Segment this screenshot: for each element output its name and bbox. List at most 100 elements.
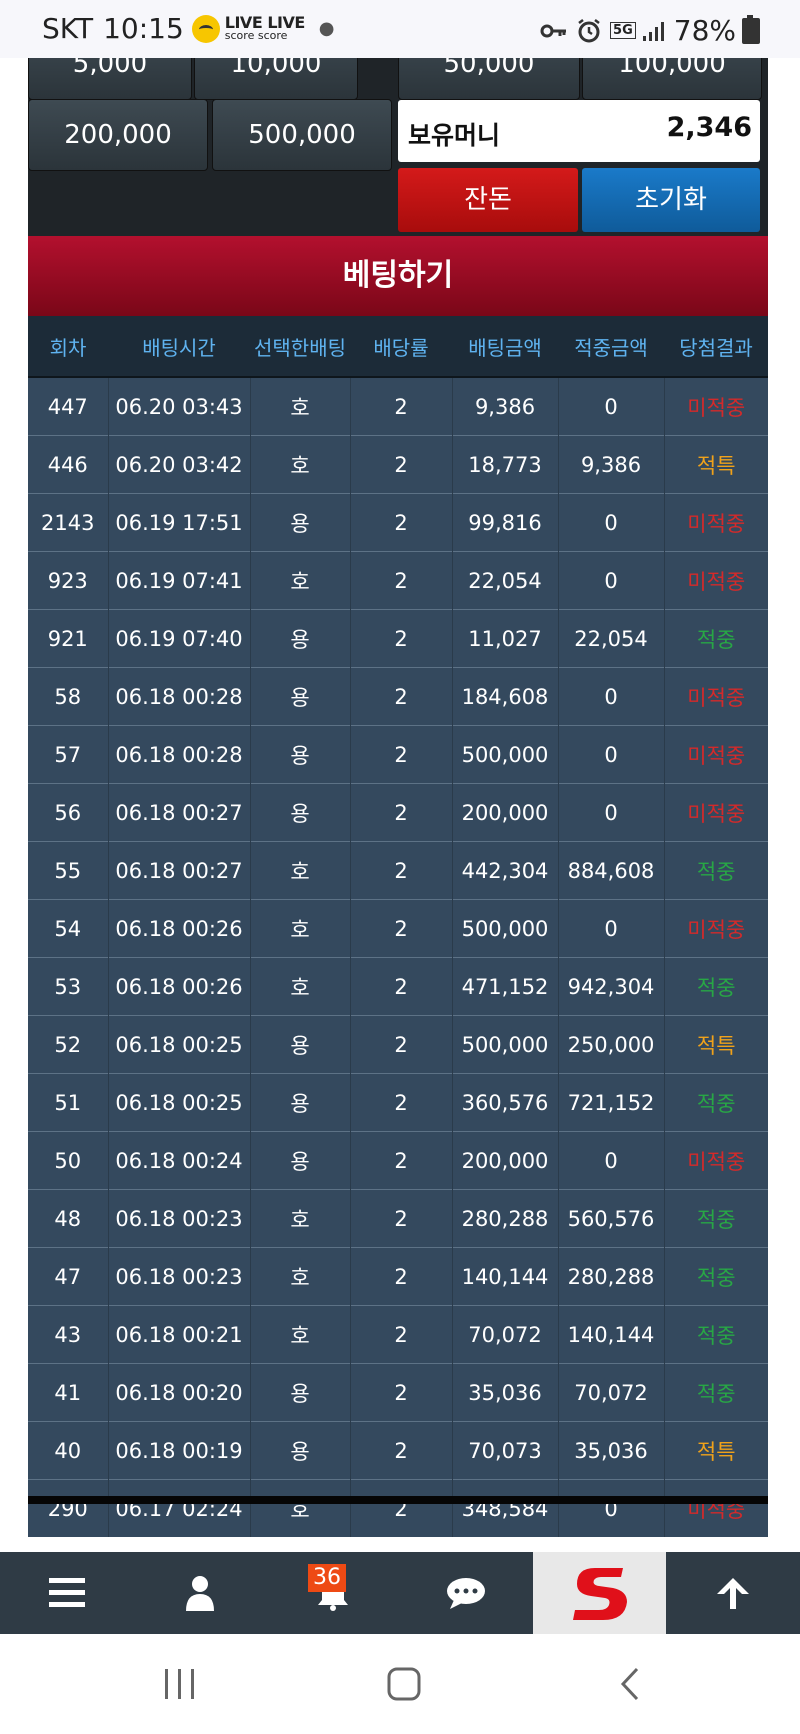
cell-result: 적중 xyxy=(664,1305,768,1364)
cell-odds: 2 xyxy=(350,1073,453,1132)
cell-result: 적중 xyxy=(664,1073,768,1132)
bet-history-table: 회차 배팅시간 선택한배팅 배당률 배팅금액 적중금액 당첨결과 447 06.2… xyxy=(28,316,768,1537)
back-icon xyxy=(620,1667,639,1701)
notification-button[interactable]: 36 xyxy=(266,1552,399,1634)
cell-bet-amount: 11,027 xyxy=(452,609,559,668)
cell-round: 923 xyxy=(28,551,109,610)
cell-round: 47 xyxy=(28,1247,109,1306)
menu-button[interactable] xyxy=(0,1552,133,1634)
table-row: 921 06.19 07:40 용 2 11,027 22,054 적중 xyxy=(28,609,768,668)
table-row: 51 06.18 00:25 용 2 360,576 721,152 적중 xyxy=(28,1073,768,1132)
cell-bet-time: 06.18 00:25 xyxy=(108,1073,251,1132)
notification-dot-icon: ● xyxy=(318,18,335,39)
cell-result: 미적중 xyxy=(664,725,768,784)
user-icon xyxy=(185,1576,214,1611)
bottom-nav: 36 xyxy=(0,1552,800,1634)
cell-bet-amount: 35,036 xyxy=(452,1363,559,1422)
cell-odds: 2 xyxy=(350,1305,453,1364)
cell-selection: 호 xyxy=(250,1305,351,1364)
cell-result: 미적중 xyxy=(664,1131,768,1190)
status-right: 5G 78% xyxy=(540,14,760,47)
chat-button[interactable] xyxy=(399,1552,532,1634)
col-bet-amount: 배팅금액 xyxy=(452,316,558,378)
col-round: 회차 xyxy=(28,316,108,378)
cell-selection: 호 xyxy=(250,376,351,436)
reset-button[interactable]: 초기화 xyxy=(582,168,760,232)
cell-bet-amount: 99,816 xyxy=(452,493,559,552)
cell-round: 40 xyxy=(28,1421,109,1480)
cell-win-amount: 0 xyxy=(558,493,665,552)
cell-win-amount: 9,386 xyxy=(558,435,665,494)
system-nav-bar xyxy=(0,1634,800,1734)
table-row: 50 06.18 00:24 용 2 200,000 0 미적중 xyxy=(28,1131,768,1190)
place-bet-button[interactable]: 베팅하기 xyxy=(28,236,768,316)
cell-result: 미적중 xyxy=(664,667,768,726)
table-row: 446 06.20 03:42 호 2 18,773 9,386 적특 xyxy=(28,435,768,494)
cell-bet-amount: 140,144 xyxy=(452,1247,559,1306)
cell-result: 미적중 xyxy=(664,376,768,436)
table-row: 57 06.18 00:28 용 2 500,000 0 미적중 xyxy=(28,725,768,784)
cell-round: 2143 xyxy=(28,493,109,552)
cell-round: 51 xyxy=(28,1073,109,1132)
cell-bet-amount: 360,576 xyxy=(452,1073,559,1132)
col-selection: 선택한배팅 xyxy=(250,316,350,378)
cell-odds: 2 xyxy=(350,1479,453,1537)
status-bar: SKT 10:15 LIVE LIVE score score ● 5G 78% xyxy=(0,0,800,58)
change-button[interactable]: 잔돈 xyxy=(398,168,578,232)
table-row: 56 06.18 00:27 용 2 200,000 0 미적중 xyxy=(28,783,768,842)
back-button[interactable] xyxy=(600,1654,660,1714)
cell-odds: 2 xyxy=(350,725,453,784)
cell-selection: 호 xyxy=(250,1479,351,1537)
cell-selection: 용 xyxy=(250,667,351,726)
table-body: 447 06.20 03:43 호 2 9,386 0 미적중 446 06.20 03:42 호… xyxy=(28,376,768,1537)
table-bottom-border xyxy=(28,1496,768,1504)
status-left: SKT 10:15 LIVE LIVE score score ● xyxy=(42,12,335,45)
cell-round: 57 xyxy=(28,725,109,784)
cell-bet-amount: 280,288 xyxy=(452,1189,559,1248)
money-display: 보유머니 2,346 xyxy=(398,100,760,162)
arrow-up-icon xyxy=(716,1578,749,1609)
cell-selection: 용 xyxy=(250,609,351,668)
table-row: 923 06.19 07:41 호 2 22,054 0 미적중 xyxy=(28,551,768,610)
cell-selection: 용 xyxy=(250,1363,351,1422)
scroll-top-button[interactable] xyxy=(666,1552,799,1634)
network-5g-icon: 5G xyxy=(610,22,636,39)
cell-bet-time: 06.18 00:27 xyxy=(108,841,251,900)
col-result: 당첨결과 xyxy=(664,316,768,378)
cell-odds: 2 xyxy=(350,1363,453,1422)
recent-apps-button[interactable] xyxy=(150,1654,210,1714)
cell-win-amount: 35,036 xyxy=(558,1421,665,1480)
cell-bet-time: 06.18 00:21 xyxy=(108,1305,251,1364)
cell-selection: 용 xyxy=(250,1073,351,1132)
cell-selection: 호 xyxy=(250,957,351,1016)
cell-round: 290 xyxy=(28,1479,109,1537)
cell-win-amount: 0 xyxy=(558,1131,665,1190)
cell-odds: 2 xyxy=(350,957,453,1016)
cell-selection: 용 xyxy=(250,1131,351,1190)
cell-bet-time: 06.18 00:23 xyxy=(108,1189,251,1248)
cell-bet-time: 06.18 00:20 xyxy=(108,1363,251,1422)
cell-win-amount: 250,000 xyxy=(558,1015,665,1074)
battery-percent: 78% xyxy=(673,14,736,47)
chip-button-500000[interactable]: 500,000 xyxy=(212,99,392,171)
live-score-icon xyxy=(191,14,220,43)
cell-bet-time: 06.19 07:41 xyxy=(108,551,251,610)
cell-win-amount: 0 xyxy=(558,899,665,958)
chip-button-200000[interactable]: 200,000 xyxy=(28,99,208,171)
cell-selection: 호 xyxy=(250,551,351,610)
table-row: 41 06.18 00:20 용 2 35,036 70,072 적중 xyxy=(28,1363,768,1422)
cell-odds: 2 xyxy=(350,841,453,900)
home-button[interactable] xyxy=(374,1654,434,1714)
cell-win-amount: 0 xyxy=(558,783,665,842)
user-button[interactable] xyxy=(133,1552,266,1634)
cell-odds: 2 xyxy=(350,667,453,726)
cell-bet-time: 06.19 17:51 xyxy=(108,493,251,552)
cell-bet-amount: 500,000 xyxy=(452,1015,559,1074)
cell-round: 447 xyxy=(28,376,109,436)
table-row: 52 06.18 00:25 용 2 500,000 250,000 적특 xyxy=(28,1015,768,1074)
cell-win-amount: 721,152 xyxy=(558,1073,665,1132)
cell-result: 적중 xyxy=(664,609,768,668)
cell-bet-time: 06.18 00:25 xyxy=(108,1015,251,1074)
brand-logo-button[interactable] xyxy=(533,1552,666,1634)
cell-round: 50 xyxy=(28,1131,109,1190)
